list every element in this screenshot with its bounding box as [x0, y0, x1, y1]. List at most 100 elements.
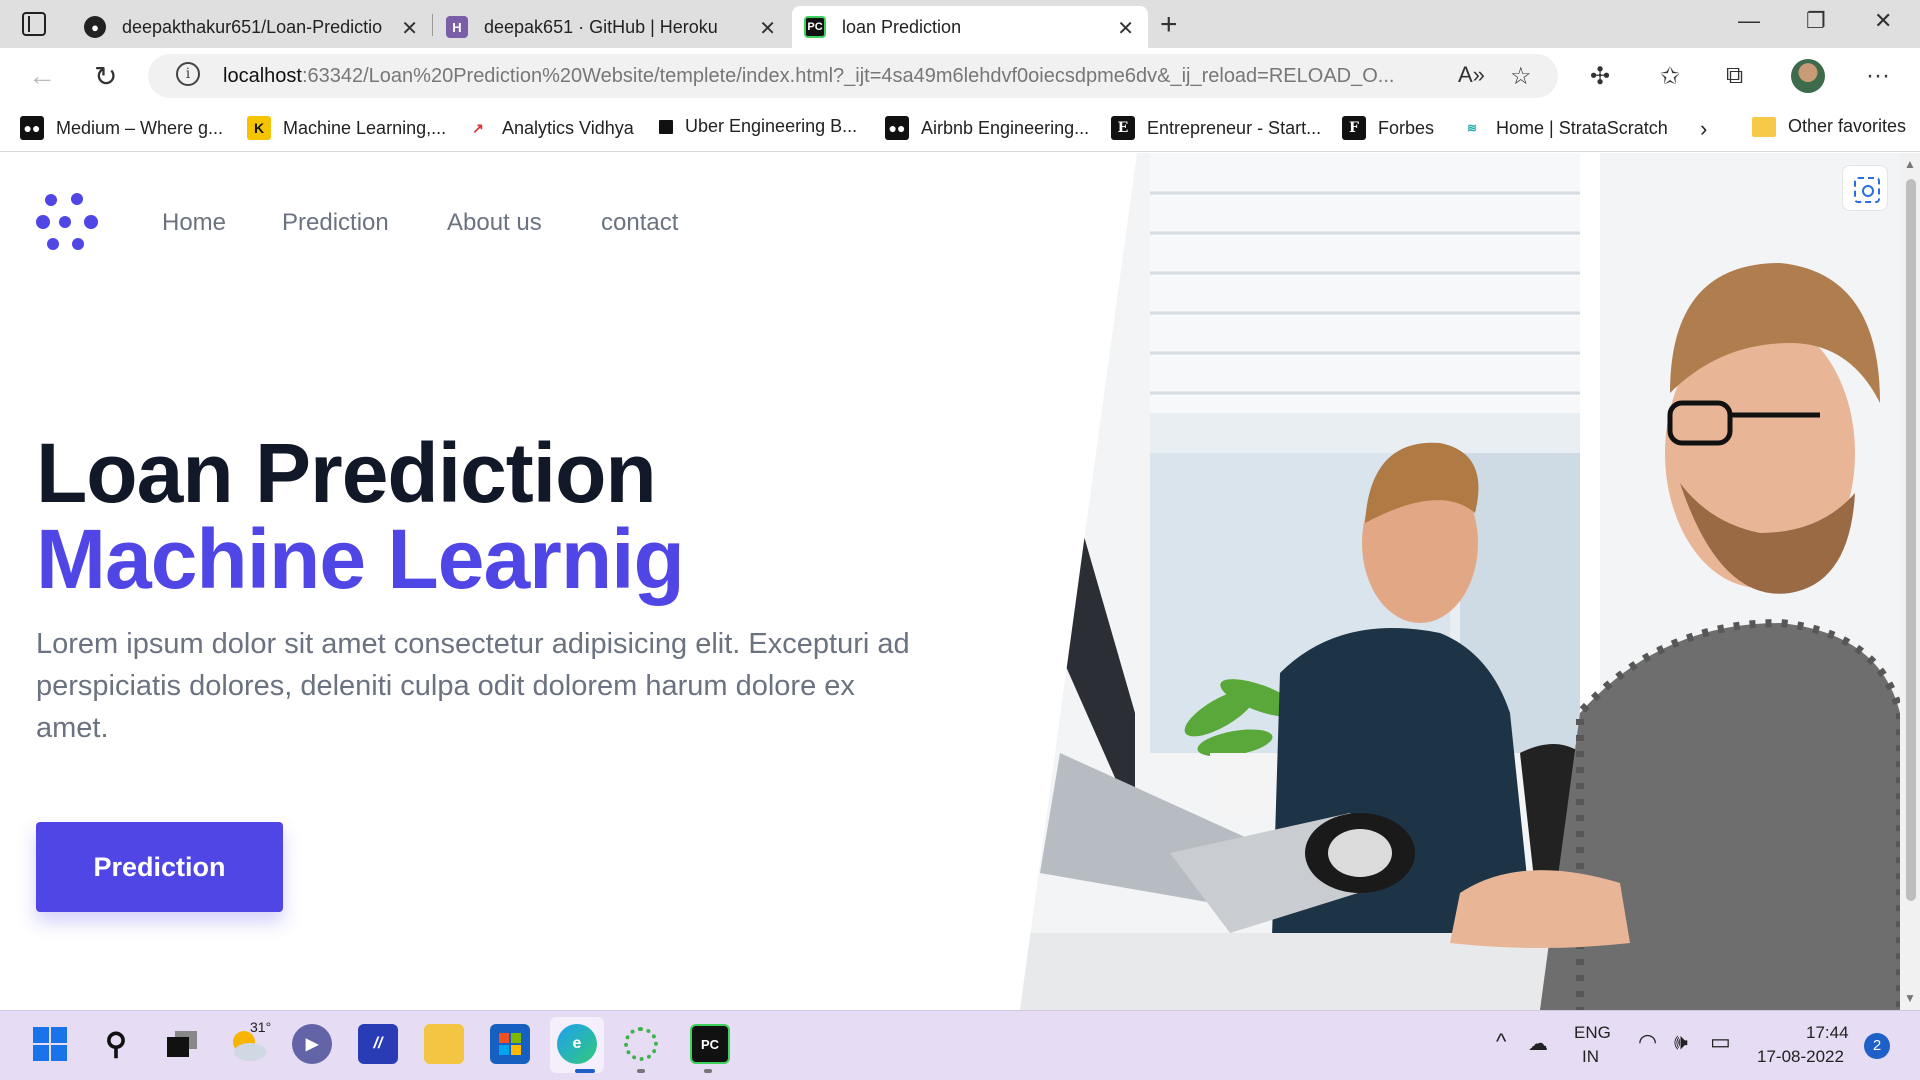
- close-tab-icon[interactable]: ✕: [401, 16, 418, 41]
- hero-description: Lorem ipsum dolor sit amet consectetur a…: [36, 628, 910, 744]
- close-tab-icon[interactable]: ✕: [759, 16, 776, 41]
- wifi-icon[interactable]: ◠: [1638, 1029, 1657, 1055]
- favorite-item[interactable]: K Machine Learning,...: [247, 116, 446, 140]
- hero-image: [1020, 153, 1900, 1010]
- pycharm-taskbar-icon[interactable]: PC: [690, 1024, 730, 1064]
- running-indicator: [704, 1069, 712, 1073]
- refresh-icon[interactable]: ↻: [94, 60, 117, 93]
- favorites-icon[interactable]: ✩: [1660, 62, 1680, 91]
- favorite-label: Uber Engineering B...: [685, 116, 858, 136]
- tab-title: deepakthakur651/Loan-Prediction: [122, 16, 382, 37]
- battery-icon[interactable]: ▭: [1710, 1029, 1731, 1055]
- add-favorite-icon[interactable]: ☆: [1510, 62, 1532, 91]
- weather-temp: 31°: [250, 1019, 272, 1035]
- language-region[interactable]: IN: [1582, 1047, 1599, 1067]
- medium-icon: ●●: [20, 116, 44, 140]
- forbes-icon: F: [1342, 116, 1366, 140]
- hero-subtitle: Machine Learnig: [36, 512, 685, 606]
- medium-icon: ●●: [885, 116, 909, 140]
- url-text[interactable]: localhost:63342/Loan%20Prediction%20Webs…: [223, 65, 1443, 88]
- teams-chat-icon[interactable]: ▶: [292, 1024, 332, 1064]
- favorite-item[interactable]: Uber Engineering B...: [659, 116, 857, 137]
- tab-actions-icon[interactable]: [22, 12, 46, 36]
- close-tab-icon[interactable]: ✕: [1117, 16, 1134, 41]
- microsoft-store-icon[interactable]: [490, 1024, 530, 1064]
- other-favorites[interactable]: Other favorites: [1752, 116, 1906, 137]
- nav-about-us[interactable]: About us: [447, 209, 542, 237]
- other-favorites-label: Other favorites: [1788, 116, 1907, 136]
- scrollbar-thumb[interactable]: [1906, 179, 1916, 901]
- collections-icon[interactable]: ⧉: [1726, 62, 1743, 90]
- read-aloud-icon[interactable]: A»: [1458, 62, 1485, 88]
- favorite-item[interactable]: ≋ Home | StrataScratch: [1460, 116, 1668, 140]
- favorite-item[interactable]: F Forbes: [1342, 116, 1434, 140]
- search-icon[interactable]: ⚲: [96, 1024, 136, 1064]
- hero-title: Loan Prediction: [36, 426, 657, 520]
- favorite-label: Forbes: [1378, 117, 1435, 138]
- heroku-icon: H: [446, 16, 468, 38]
- chevron-up-icon[interactable]: ^: [1496, 1029, 1506, 1055]
- uber-icon: [659, 119, 673, 134]
- prediction-button[interactable]: Prediction: [36, 822, 283, 912]
- loading-app-icon[interactable]: [624, 1027, 658, 1061]
- tab-strip: ● deepakthakur651/Loan-Prediction ✕ H de…: [0, 0, 1920, 48]
- clock-date[interactable]: 17-08-2022: [1757, 1047, 1844, 1067]
- running-indicator: [637, 1069, 645, 1073]
- nav-contact[interactable]: contact: [601, 209, 678, 237]
- edge-browser-icon[interactable]: e: [557, 1024, 597, 1064]
- entrepreneur-icon: E: [1111, 116, 1135, 140]
- more-menu-icon[interactable]: ···: [1866, 62, 1890, 90]
- browser-toolbar: ← ↻ i localhost:63342/Loan%20Prediction%…: [0, 48, 1920, 104]
- scrollbar[interactable]: ▲ ▼: [1900, 153, 1920, 1010]
- onedrive-icon[interactable]: ☁: [1528, 1031, 1548, 1056]
- url-path: :63342/Loan%20Prediction%20Website/templ…: [301, 65, 1395, 87]
- task-view-icon[interactable]: [162, 1024, 202, 1064]
- chevron-right-icon[interactable]: ›: [1700, 116, 1707, 142]
- clock-time[interactable]: 17:44: [1806, 1023, 1849, 1043]
- favorite-item[interactable]: ↗ Analytics Vidhya: [466, 116, 634, 140]
- active-indicator: [575, 1069, 595, 1073]
- favorite-item[interactable]: E Entrepreneur - Start...: [1111, 116, 1321, 140]
- url-host: localhost: [223, 65, 302, 87]
- site-info-icon[interactable]: i: [176, 62, 200, 86]
- favorite-label: Home | StrataScratch: [1496, 117, 1668, 138]
- favorite-item[interactable]: ●● Medium – Where g...: [20, 116, 223, 140]
- analytics-vidhya-icon: ↗: [466, 116, 490, 140]
- ai-app-icon[interactable]: //: [358, 1024, 398, 1064]
- notification-badge[interactable]: 2: [1864, 1033, 1890, 1059]
- tab-title: deepak651 · GitHub | Heroku: [484, 16, 718, 37]
- github-icon: ●: [84, 16, 106, 38]
- tab-title: loan Prediction: [842, 16, 962, 37]
- favorite-item[interactable]: ●● Airbnb Engineering...: [885, 116, 1089, 140]
- restore-icon[interactable]: ❐: [1806, 8, 1826, 34]
- tab-separator: [432, 14, 433, 36]
- pycharm-icon: PC: [804, 16, 826, 38]
- nav-prediction[interactable]: Prediction: [282, 209, 389, 237]
- windows-start-icon[interactable]: [30, 1024, 70, 1064]
- scroll-up-icon[interactable]: ▲: [1904, 157, 1916, 171]
- minimize-icon[interactable]: —: [1738, 8, 1760, 34]
- profile-avatar[interactable]: [1791, 59, 1825, 93]
- favorite-label: Machine Learning,...: [283, 117, 447, 138]
- tab-heroku[interactable]: H deepak651 · GitHub | Heroku ✕: [434, 6, 790, 48]
- folder-icon: [1752, 116, 1776, 137]
- favorite-label: Medium – Where g...: [56, 117, 224, 138]
- tab-github[interactable]: ● deepakthakur651/Loan-Prediction ✕: [72, 6, 432, 48]
- close-window-icon[interactable]: ✕: [1874, 8, 1892, 34]
- language-indicator[interactable]: ENG: [1574, 1023, 1611, 1043]
- scroll-down-icon[interactable]: ▼: [1904, 991, 1916, 1005]
- kdnuggets-icon: K: [247, 116, 271, 140]
- extensions-icon[interactable]: ✣: [1590, 62, 1610, 91]
- visual-search-icon[interactable]: [1842, 165, 1888, 211]
- site-logo-icon[interactable]: [36, 191, 100, 253]
- favorites-bar: ●● Medium – Where g... K Machine Learnin…: [0, 104, 1920, 152]
- back-icon[interactable]: ←: [28, 60, 56, 92]
- stratascratch-icon: ≋: [1460, 116, 1484, 140]
- favorite-label: Airbnb Engineering...: [921, 117, 1090, 138]
- favorite-label: Entrepreneur - Start...: [1147, 117, 1322, 138]
- nav-home[interactable]: Home: [162, 209, 226, 237]
- volume-icon[interactable]: 🕪: [1674, 1029, 1688, 1055]
- new-tab-icon[interactable]: +: [1160, 8, 1178, 42]
- file-explorer-icon[interactable]: [424, 1024, 464, 1064]
- tab-loan-prediction[interactable]: PC loan Prediction ✕: [792, 6, 1148, 48]
